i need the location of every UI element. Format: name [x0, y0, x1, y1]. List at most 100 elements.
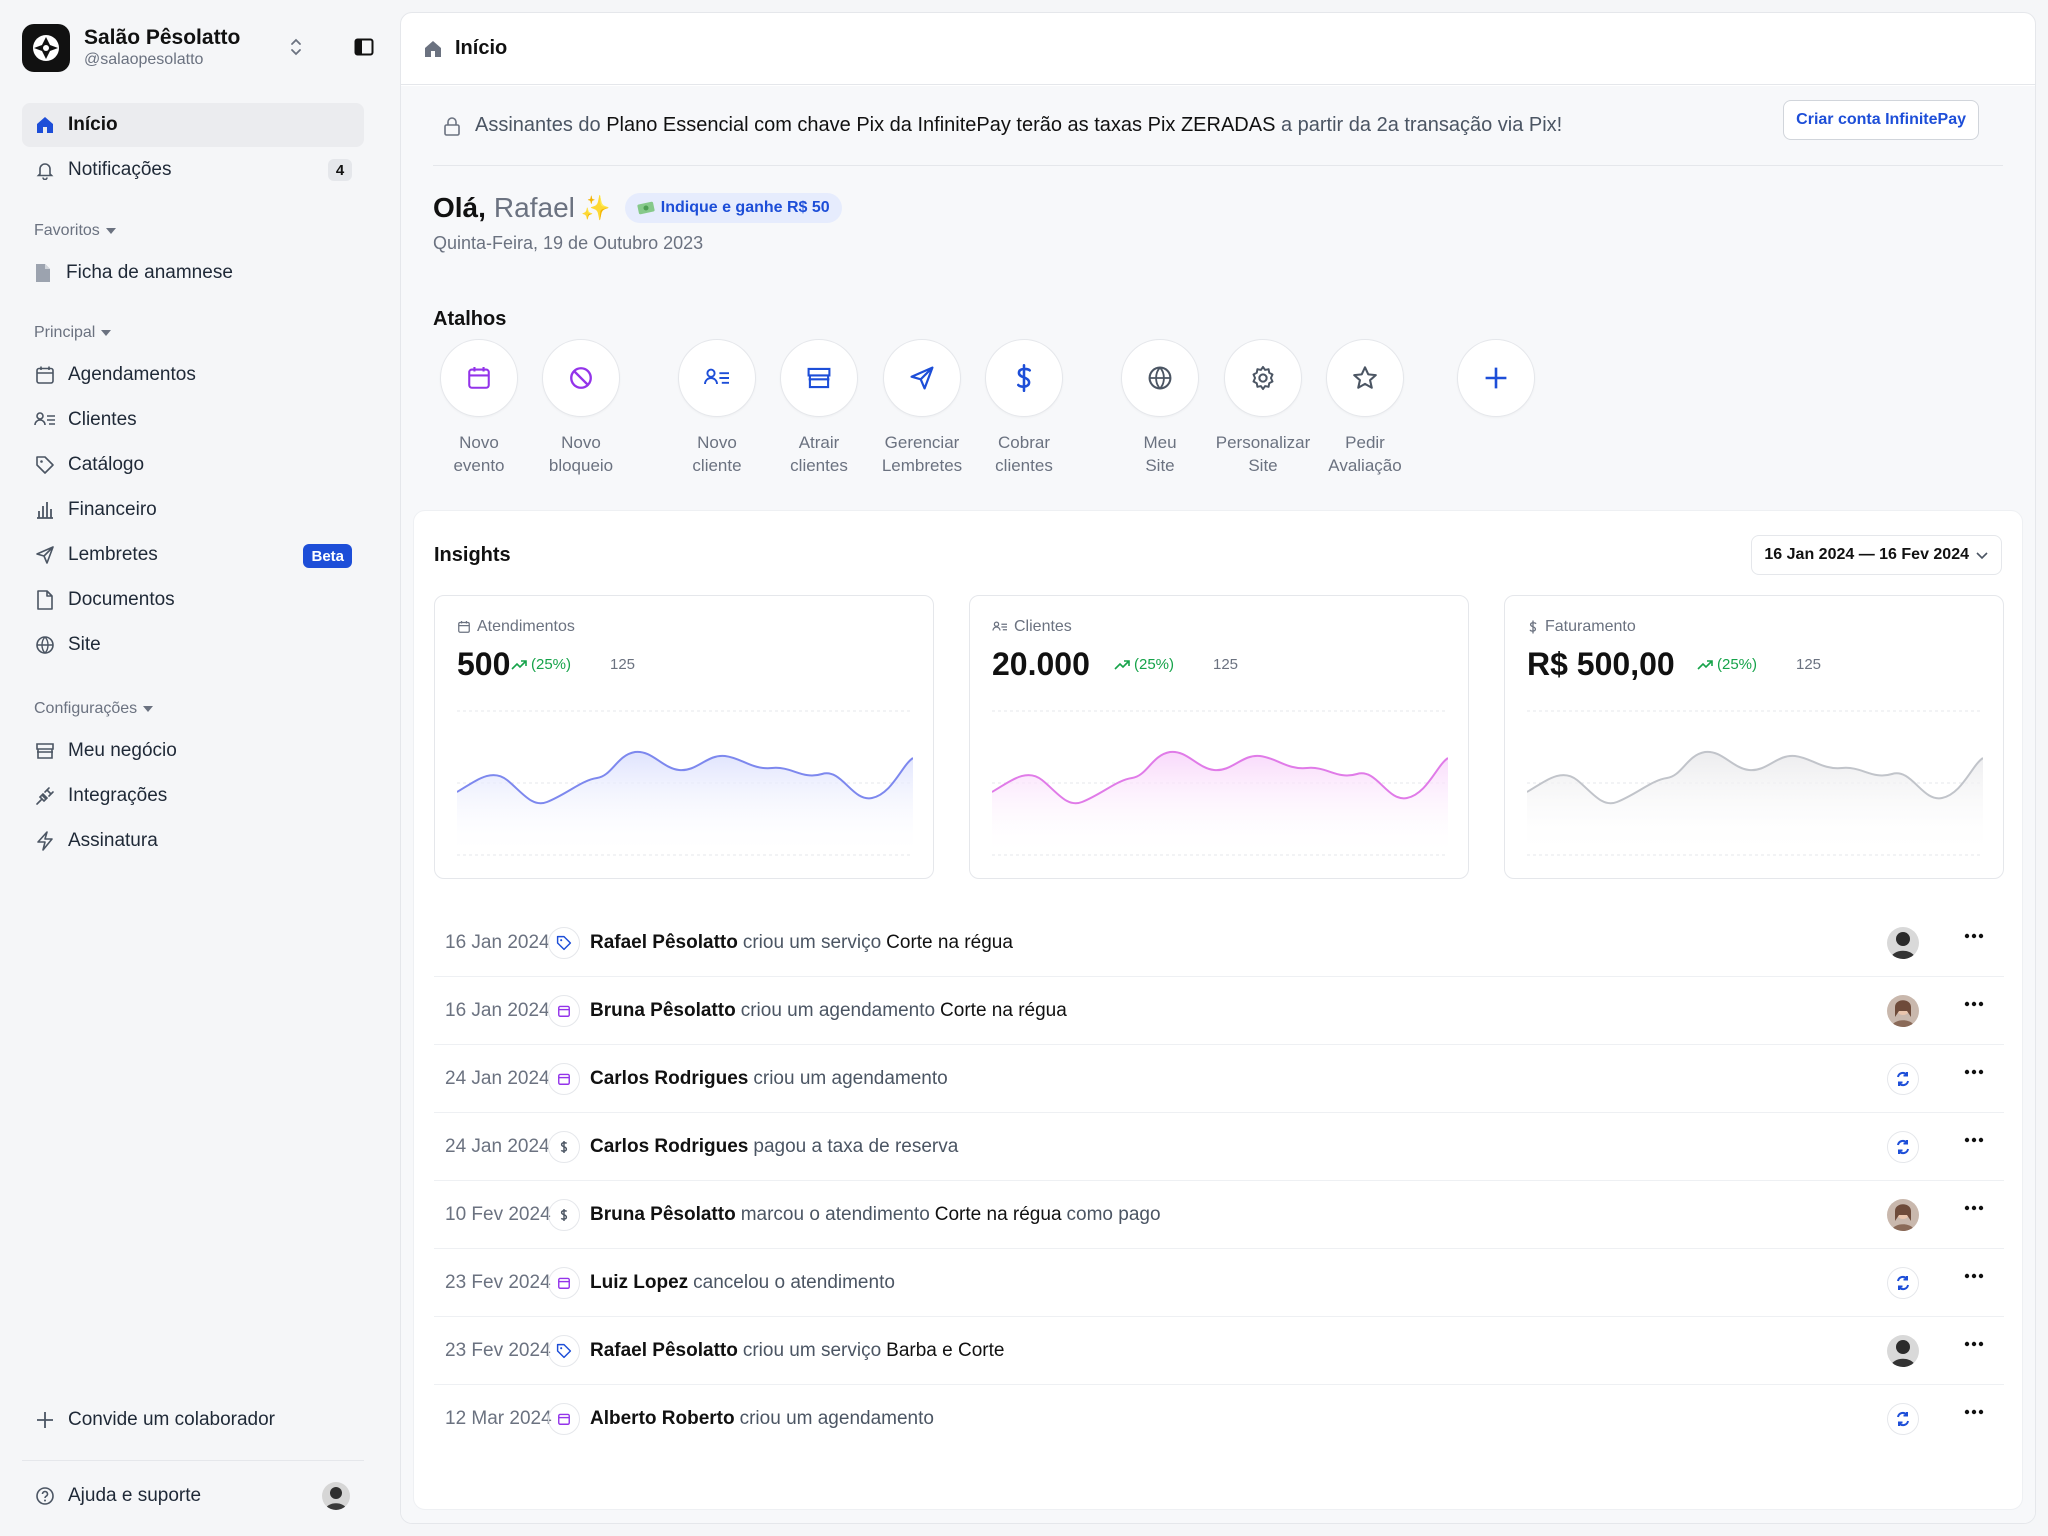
sidebar-toggle-icon[interactable] [354, 38, 374, 56]
shortcut-novo-evento[interactable]: Novo evento [424, 339, 534, 477]
shortcuts-title: Atalhos [433, 308, 507, 330]
more-options-icon[interactable] [1964, 1069, 1984, 1075]
shortcut-add[interactable] [1441, 339, 1551, 417]
sidebar-item-clientes[interactable]: Clientes [22, 398, 364, 442]
workspace-handle: @salaopesolatto [84, 51, 204, 68]
shortcut-cobrar-clientes[interactable]: Cobrar clientes [969, 339, 1079, 477]
sidebar-item-ficha-anamnese[interactable]: Ficha de anamnese [22, 251, 364, 295]
activity-row[interactable]: 23 Fev 2024 Rafael Pêsolatto criou um se… [434, 1317, 2004, 1385]
sidebar-item-meu-negocio[interactable]: Meu negócio [22, 729, 364, 773]
invite-collaborator-button[interactable]: Convide um colaborador [22, 1398, 364, 1442]
sync-icon [1887, 1063, 1919, 1095]
shortcut-atrair-clientes[interactable]: Atrair clientes [764, 339, 874, 477]
create-infinitepay-account-button[interactable]: Criar conta InfinitePay [1783, 100, 1979, 140]
sync-icon [1887, 1131, 1919, 1163]
referral-badge[interactable]: Indique e ganhe R$ 50 [624, 193, 842, 223]
more-options-icon[interactable] [1964, 1341, 1984, 1347]
activity-actor: Carlos Rodrigues [590, 1067, 749, 1089]
brand-logo [22, 24, 70, 72]
sidebar-item-inicio[interactable]: Início [22, 103, 364, 147]
chevron-down-icon [1975, 550, 1989, 560]
shortcut-button[interactable] [985, 339, 1063, 417]
sync-icon [1887, 1267, 1919, 1299]
card-label: Atendimentos [477, 618, 575, 635]
sidebar-item-assinatura[interactable]: Assinatura [22, 819, 364, 863]
shortcut-gerenciar-lembretes[interactable]: Gerenciar Lembretes [867, 339, 977, 477]
trend-percent: (25%) [1717, 656, 1758, 673]
actor-avatar [1887, 1199, 1919, 1231]
shortcut-button[interactable] [542, 339, 620, 417]
activity-row[interactable]: 16 Jan 2024 Rafael Pêsolatto criou um se… [434, 909, 2004, 977]
calendar-icon [548, 994, 580, 1027]
shortcut-meu-site[interactable]: Meu Site [1105, 339, 1215, 477]
more-options-icon[interactable] [1964, 1409, 1984, 1415]
user-avatar[interactable] [322, 1482, 350, 1510]
trend-percent: (25%) [531, 656, 572, 673]
plus-icon [34, 1409, 56, 1431]
sidebar-item-lembretes[interactable]: Lembretes Beta [22, 533, 364, 577]
sidebar-item-label: Notificações [68, 159, 172, 180]
shortcut-personalizar-site[interactable]: Personalizar Site [1208, 339, 1318, 477]
activity-row[interactable]: 24 Jan 2024 Carlos Rodrigues pagou a tax… [434, 1113, 2004, 1181]
sparkline-chart [1527, 710, 1983, 856]
activity-row[interactable]: 12 Mar 2024 Alberto Roberto criou um age… [434, 1385, 2004, 1453]
activity-action: criou um serviço [742, 931, 882, 953]
card-trend: (25%) [1114, 656, 1174, 673]
calendar-icon [548, 1403, 580, 1435]
shortcut-label: Atrair clientes [790, 433, 848, 475]
add-shortcut-button[interactable] [1457, 339, 1535, 417]
dollar-icon [548, 1198, 580, 1231]
shortcut-button[interactable] [678, 339, 756, 417]
sidebar-item-integracoes[interactable]: Integrações [22, 774, 364, 818]
activity-action: marcou o atendimento [740, 1203, 930, 1225]
home-icon [423, 39, 443, 59]
card-base-value: 125 [1213, 656, 1239, 673]
activity-action: criou um agendamento [753, 1067, 948, 1089]
sidebar-item-notificacoes[interactable]: Notificações 4 [22, 148, 364, 192]
sidebar-item-agendamentos[interactable]: Agendamentos [22, 353, 364, 397]
insight-card-clientes[interactable]: Clientes 20.000 (25%) 125 [969, 595, 1469, 879]
insight-card-faturamento[interactable]: Faturamento R$ 500,00 (25%) 125 [1504, 595, 2004, 879]
shortcut-button[interactable] [1326, 339, 1404, 417]
trend-up-icon [1114, 659, 1130, 671]
date-range-picker[interactable]: 16 Jan 2024 — 16 Fev 2024 [1751, 535, 2002, 575]
insight-card-atendimentos[interactable]: Atendimentos 500 (25%) 125 [434, 595, 934, 879]
activity-row[interactable]: 23 Fev 2024 Luiz Lopez cancelou o atendi… [434, 1249, 2004, 1317]
chevron-up-down-icon[interactable] [288, 36, 304, 58]
greeting-user-name: Rafael [493, 192, 575, 223]
config-section-toggle[interactable]: Configurações [34, 700, 154, 718]
shortcut-button[interactable] [780, 339, 858, 417]
workspace-switcher[interactable]: Salão Pêsolatto @salaopesolatto [22, 22, 374, 74]
activity-action: criou um agendamento [740, 999, 936, 1021]
trend-percent: (25%) [1134, 656, 1175, 673]
sidebar-item-catalogo[interactable]: Catálogo [22, 443, 364, 487]
more-options-icon[interactable] [1964, 1137, 1984, 1143]
shortcut-button[interactable] [883, 339, 961, 417]
activity-date: 23 Fev 2024 [445, 1271, 551, 1293]
sidebar-item-label: Meu negócio [68, 740, 177, 761]
shortcut-novo-cliente[interactable]: Novo cliente [662, 339, 772, 477]
sidebar-item-documentos[interactable]: Documentos [22, 578, 364, 622]
help-support-button[interactable]: Ajuda e suporte [22, 1474, 364, 1518]
greeting-hello: Olá, [433, 192, 486, 223]
shortcut-button[interactable] [1224, 339, 1302, 417]
shortcut-novo-bloqueio[interactable]: Novo bloqueio [526, 339, 636, 477]
activity-row[interactable]: 16 Jan 2024 Bruna Pêsolatto criou um age… [434, 977, 2004, 1045]
more-options-icon[interactable] [1964, 1273, 1984, 1279]
shortcut-button[interactable] [1121, 339, 1199, 417]
activity-actor: Rafael Pêsolatto [590, 1339, 738, 1361]
shortcut-button[interactable] [440, 339, 518, 417]
more-options-icon[interactable] [1964, 933, 1984, 939]
principal-section-toggle[interactable]: Principal [34, 324, 112, 342]
sidebar-item-site[interactable]: Site [22, 623, 364, 667]
activity-row[interactable]: 10 Fev 2024 Bruna Pêsolatto marcou o ate… [434, 1181, 2004, 1249]
activity-actor: Rafael Pêsolatto [590, 931, 738, 953]
more-options-icon[interactable] [1964, 1205, 1984, 1211]
shortcut-pedir-avaliacao[interactable]: Pedir Avaliação [1310, 339, 1420, 477]
more-options-icon[interactable] [1964, 1001, 1984, 1007]
favorites-section-toggle[interactable]: Favoritos [34, 222, 116, 240]
card-base-value: 125 [610, 656, 636, 673]
activity-row[interactable]: 24 Jan 2024 Carlos Rodrigues criou um ag… [434, 1045, 2004, 1113]
sparkles-icon: ✨ [580, 194, 611, 222]
sidebar-item-financeiro[interactable]: Financeiro [22, 488, 364, 532]
